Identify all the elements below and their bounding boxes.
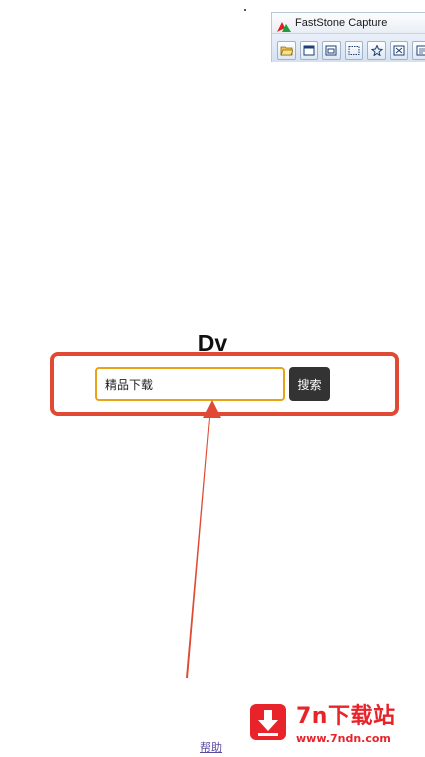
- faststone-logo-icon: [277, 17, 291, 32]
- page: FastStone Capture Dv 精品下载 搜索 帮助 7n下载站 ww…: [0, 0, 425, 757]
- help-link[interactable]: 帮助: [200, 739, 222, 755]
- capture-rectangle-icon[interactable]: [344, 40, 364, 60]
- watermark-name: 7n下载站: [296, 704, 396, 729]
- capture-fullscreen-icon[interactable]: [389, 40, 409, 60]
- faststone-titlebar[interactable]: FastStone Capture: [272, 13, 425, 34]
- capture-window-icon[interactable]: [299, 40, 319, 60]
- capture-freehand-icon[interactable]: [367, 40, 386, 60]
- capture-object-icon[interactable]: [322, 40, 341, 60]
- search-input[interactable]: [95, 367, 285, 401]
- stray-dot: [244, 9, 246, 11]
- faststone-tool-row: [272, 34, 425, 62]
- watermark-url: www.7ndn.com: [296, 732, 391, 745]
- arrow-shape: [186, 400, 221, 678]
- capture-scroll-icon[interactable]: [412, 40, 425, 60]
- search-button[interactable]: 搜索: [289, 367, 330, 401]
- site-watermark: 7n下载站 www.7ndn.com: [236, 688, 425, 757]
- faststone-capture-toolbar[interactable]: FastStone Capture: [271, 12, 425, 62]
- open-folder-icon[interactable]: [277, 40, 296, 60]
- download-arrow-icon: [250, 704, 286, 740]
- faststone-title: FastStone Capture: [295, 17, 388, 29]
